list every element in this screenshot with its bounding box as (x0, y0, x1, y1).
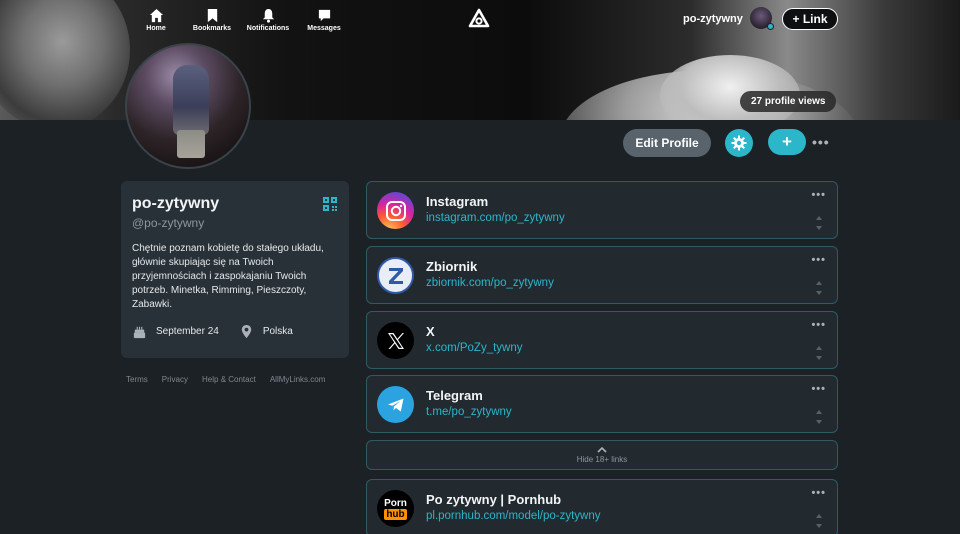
link-title: Po zytywny | Pornhub (426, 492, 562, 507)
link-options-button[interactable]: ••• (811, 487, 826, 499)
home-icon (149, 8, 163, 23)
drag-handle-icon[interactable] (815, 513, 823, 529)
settings-button[interactable] (725, 129, 753, 157)
location-pin-icon (241, 324, 252, 339)
nav-label: Bookmarks (192, 25, 232, 32)
add-button[interactable]: + (768, 129, 806, 155)
drag-handle-icon[interactable] (815, 215, 823, 231)
link-card-instagram[interactable]: Instagram instagram.com/po_zytywny ••• (366, 181, 838, 239)
top-nav: Home Bookmarks Notifications Messages (128, 8, 352, 32)
profile-location: Polska (262, 326, 293, 337)
profile-bio: Chętnie poznam kobietę do stałego układu… (132, 243, 324, 310)
footer-terms-link[interactable]: Terms (126, 375, 148, 384)
chevron-up-icon (597, 446, 607, 453)
link-url[interactable]: x.com/PoZy_tywny (426, 342, 523, 354)
link-card-x[interactable]: X x.com/PoZy_tywny ••• (366, 311, 838, 369)
telegram-icon (377, 386, 414, 423)
pornhub-icon-text-top: Porn (384, 497, 407, 509)
profile-handle: @po-zytywny (132, 216, 205, 230)
add-link-button[interactable]: + Link (782, 8, 838, 30)
message-icon (318, 9, 330, 22)
profile-name: po-zytywny (132, 195, 220, 212)
cake-icon (133, 326, 146, 339)
nav-notifications[interactable]: Notifications (240, 8, 296, 32)
nav-home[interactable]: Home (128, 8, 184, 32)
bookmark-icon (207, 8, 217, 23)
link-options-button[interactable]: ••• (811, 254, 826, 266)
more-options-button[interactable]: ••• (812, 134, 830, 150)
link-card-telegram[interactable]: Telegram t.me/po_zytywny ••• (366, 375, 838, 433)
link-url[interactable]: instagram.com/po_zytywny (426, 212, 565, 224)
profile-card: po-zytywny @po-zytywny Chętnie poznam ko… (121, 181, 349, 358)
avatar[interactable] (750, 7, 774, 30)
pornhub-icon-text-bottom: hub (384, 508, 407, 520)
nav-label: Notifications (246, 25, 290, 32)
qr-code-icon[interactable] (323, 197, 337, 211)
drag-handle-icon[interactable] (815, 345, 823, 361)
drag-handle-icon[interactable] (815, 409, 823, 425)
profile-avatar[interactable] (125, 43, 251, 169)
link-title: Zbiornik (426, 259, 478, 274)
profile-meta: September 24 Polska (132, 324, 293, 339)
zbiornik-icon (377, 257, 414, 294)
allmylinks-logo-icon[interactable] (468, 8, 490, 30)
gear-icon (731, 135, 747, 151)
nav-bookmarks[interactable]: Bookmarks (184, 8, 240, 32)
profile-views-badge: 27 profile views (740, 91, 837, 112)
link-url[interactable]: zbiornik.com/po_zytywny (426, 277, 554, 289)
link-card-zbiornik[interactable]: Zbiornik zbiornik.com/po_zytywny ••• (366, 246, 838, 304)
link-title: X (426, 324, 435, 339)
link-title: Telegram (426, 388, 483, 403)
pornhub-icon: Porn hub (377, 490, 414, 527)
instagram-icon (377, 192, 414, 229)
drag-handle-icon[interactable] (815, 280, 823, 296)
link-options-button[interactable]: ••• (811, 319, 826, 331)
profile-birthday: September 24 (156, 326, 219, 337)
link-options-button[interactable]: ••• (811, 189, 826, 201)
nav-label: Home (146, 25, 166, 32)
bell-icon (262, 8, 274, 23)
link-title: Instagram (426, 194, 489, 209)
edit-profile-button[interactable]: Edit Profile (623, 129, 711, 157)
footer-allmylinks-link[interactable]: AllMyLinks.com (270, 375, 326, 384)
top-username[interactable]: po-zytywny (683, 13, 743, 25)
x-icon (377, 322, 414, 359)
hide-adult-label: Hide 18+ links (576, 455, 628, 464)
online-status-dot (767, 23, 774, 30)
nav-messages[interactable]: Messages (296, 8, 352, 32)
footer-links: Terms Privacy Help & Contact AllMyLinks.… (126, 375, 325, 384)
link-options-button[interactable]: ••• (811, 383, 826, 395)
nav-label: Messages (307, 25, 341, 32)
link-url[interactable]: pl.pornhub.com/model/po-zytywny (426, 510, 601, 522)
link-url[interactable]: t.me/po_zytywny (426, 406, 512, 418)
hide-adult-links-toggle[interactable]: Hide 18+ links (366, 440, 838, 470)
footer-privacy-link[interactable]: Privacy (162, 375, 188, 384)
footer-help-link[interactable]: Help & Contact (202, 375, 256, 384)
link-card-pornhub[interactable]: Porn hub Po zytywny | Pornhub pl.pornhub… (366, 479, 838, 534)
